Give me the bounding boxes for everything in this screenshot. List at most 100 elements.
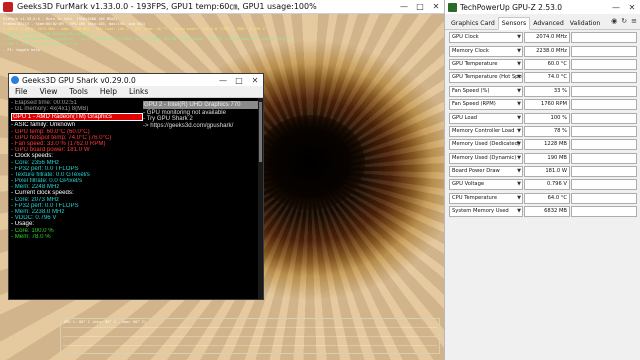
refresh-icon[interactable]: ↻ <box>621 17 627 25</box>
sensor-value: 1228 MB <box>524 139 570 151</box>
sensor-name: GPU Voltage <box>452 181 485 188</box>
sensor-graph <box>571 32 637 44</box>
minimize-icon[interactable]: — <box>215 73 231 87</box>
furmark-titlebar[interactable]: Geeks3D FurMark v1.33.0.0 - 193FPS, GPU1… <box>0 0 444 14</box>
chevron-down-icon: ▼ <box>517 74 521 81</box>
sensor-graph <box>571 166 637 178</box>
close-icon[interactable]: ✕ <box>247 73 263 87</box>
gpuz-titlebar[interactable]: TechPowerUp GPU-Z 2.53.0 — ✕ <box>445 0 640 14</box>
camera-icon[interactable]: ◉ <box>611 17 617 25</box>
maximize-icon[interactable]: □ <box>412 0 428 14</box>
menu-view[interactable]: View <box>34 87 64 96</box>
chevron-down-icon: ▼ <box>517 208 521 215</box>
sensor-name: GPU Clock <box>452 34 479 41</box>
gpuz-window: TechPowerUp GPU-Z 2.53.0 — ✕ Graphics Ca… <box>444 0 640 360</box>
chevron-down-icon: ▼ <box>517 194 521 201</box>
sensor-name-dropdown[interactable]: Memory Clock ▼ <box>449 45 523 57</box>
sensor-row: GPU Load ▼ 100 % <box>449 111 637 124</box>
minimize-icon[interactable]: — <box>396 0 412 14</box>
sensor-row: Memory Clock ▼ 2238.0 MHz <box>449 44 637 57</box>
sensor-name-dropdown[interactable]: Fan Speed (%) ▼ <box>449 85 523 97</box>
sensor-name-dropdown[interactable]: Memory Used (Dynamic) ▼ <box>449 152 523 164</box>
sensor-name: GPU Load <box>452 114 478 121</box>
gpushark-title: Geeks3D GPU Shark v0.29.0.0 <box>22 75 136 85</box>
sensor-name-dropdown[interactable]: Memory Controller Load ▼ <box>449 125 523 137</box>
gpushark-titlebar[interactable]: Geeks3D GPU Shark v0.29.0.0 — □ ✕ <box>9 74 263 86</box>
sensor-name-dropdown[interactable]: System Memory Used ▼ <box>449 206 523 218</box>
sensor-name: Board Power Draw <box>452 168 500 175</box>
sensor-name-dropdown[interactable]: Memory Used (Dedicated) ▼ <box>449 139 523 151</box>
gpuz-app-icon <box>448 2 457 12</box>
sensor-graph <box>571 125 637 137</box>
furmark-title: Geeks3D FurMark v1.33.0.0 - 193FPS, GPU1… <box>17 2 317 11</box>
sensor-graph <box>571 58 637 70</box>
temperature-graph-grid <box>63 327 437 351</box>
chevron-down-icon: ▼ <box>517 168 521 175</box>
gpu1-info-panel: - Elapsed time: 00:02:51- GL memory: 4x(… <box>11 100 143 240</box>
sensor-value: 60.0 °C <box>524 58 570 70</box>
sensor-name-dropdown[interactable]: Board Power Draw ▼ <box>449 166 523 178</box>
tab-validation[interactable]: Validation <box>567 18 604 29</box>
sensor-name-dropdown[interactable]: Fan Speed (RPM) ▼ <box>449 99 523 111</box>
sensor-row: Fan Speed (RPM) ▼ 1760 RPM <box>449 98 637 111</box>
sensor-name-dropdown[interactable]: GPU Load ▼ <box>449 112 523 124</box>
scrollbar-thumb[interactable] <box>259 102 262 162</box>
sensor-value: 0.796 V <box>524 179 570 191</box>
sensor-name-dropdown[interactable]: GPU Temperature (Hot Spot) ▼ <box>449 72 523 84</box>
sensor-value: 190 MB <box>524 152 570 164</box>
sensor-name: System Memory Used <box>452 208 509 215</box>
menu-file[interactable]: File <box>9 87 34 96</box>
gpushark-link[interactable]: -> https://geeks3d.com/gpushark/ <box>143 122 259 129</box>
gpuz-title: TechPowerUp GPU-Z 2.53.0 <box>460 2 563 12</box>
close-icon[interactable]: ✕ <box>624 0 640 14</box>
sensor-value: 1760 RPM <box>524 99 570 111</box>
sensor-graph <box>571 139 637 151</box>
sensor-graph <box>571 112 637 124</box>
sensor-value: 2074.0 MHz <box>524 32 570 44</box>
sensor-graph <box>571 179 637 191</box>
tab-advanced[interactable]: Advanced <box>530 18 567 29</box>
minimize-icon[interactable]: — <box>608 0 624 14</box>
menu-tools[interactable]: Tools <box>63 87 93 96</box>
sensor-graph <box>571 152 637 164</box>
sensor-row: GPU Voltage ▼ 0.796 V <box>449 178 637 191</box>
tab-sensors[interactable]: Sensors <box>497 17 531 30</box>
sensor-name-dropdown[interactable]: GPU Clock ▼ <box>449 32 523 44</box>
sensor-name-dropdown[interactable]: GPU Voltage ▼ <box>449 179 523 191</box>
chevron-down-icon: ▼ <box>517 34 521 41</box>
chevron-down-icon: ▼ <box>517 47 521 54</box>
sensor-row: System Memory Used ▼ 6832 MB <box>449 205 637 218</box>
tab-graphics-card[interactable]: Graphics Card <box>448 18 498 29</box>
gpushark-window: Geeks3D GPU Shark v0.29.0.0 — □ ✕ File Vi… <box>8 73 264 300</box>
gpu1-header[interactable]: GPU 1 - AMD Radeon(TM) Graphics <box>11 113 143 122</box>
sensor-name: Fan Speed (RPM) <box>452 101 496 108</box>
close-icon[interactable]: ✕ <box>428 0 444 14</box>
sensor-row: GPU Temperature (Hot Spot) ▼ 74.0 °C <box>449 71 637 84</box>
sensor-graph <box>571 99 637 111</box>
sensor-row: Memory Controller Load ▼ 78 % <box>449 125 637 138</box>
gpu2-info-panel: GPU 2 - Intel(R) UHD Graphics 770 - GPU … <box>143 100 259 129</box>
info-line: - Mem: 78.0 % <box>11 233 51 240</box>
sensor-value: 2238.0 MHz <box>524 45 570 57</box>
sensor-name-dropdown[interactable]: GPU Temperature ▼ <box>449 58 523 70</box>
maximize-icon[interactable]: □ <box>231 73 247 87</box>
chevron-down-icon: ▼ <box>517 87 521 94</box>
sensor-value: 6832 MB <box>524 206 570 218</box>
menu-icon[interactable]: ≡ <box>631 17 637 25</box>
chevron-down-icon: ▼ <box>517 181 521 188</box>
gpushark-scrollbar[interactable] <box>258 98 263 299</box>
gpu2-header[interactable]: GPU 2 - Intel(R) UHD Graphics 770 <box>143 101 259 109</box>
sensor-value: 78 % <box>524 125 570 137</box>
menu-links[interactable]: Links <box>123 87 154 96</box>
menu-help[interactable]: Help <box>94 87 123 96</box>
sensor-row: CPU Temperature ▼ 64.0 °C <box>449 192 637 205</box>
chevron-down-icon: ▼ <box>517 141 521 148</box>
sensor-list: GPU Clock ▼ 2074.0 MHz Memory Clock ▼ 2238.0 … <box>449 31 637 218</box>
sensor-name: Memory Used (Dynamic) <box>452 154 517 161</box>
sensor-graph <box>571 45 637 57</box>
gpushark-body: - Elapsed time: 00:02:51- GL memory: 4x(… <box>9 98 263 299</box>
sensor-name-dropdown[interactable]: CPU Temperature ▼ <box>449 192 523 204</box>
sensor-value: 64.0 °C <box>524 192 570 204</box>
sensor-value: 100 % <box>524 112 570 124</box>
sensor-graph <box>571 206 637 218</box>
